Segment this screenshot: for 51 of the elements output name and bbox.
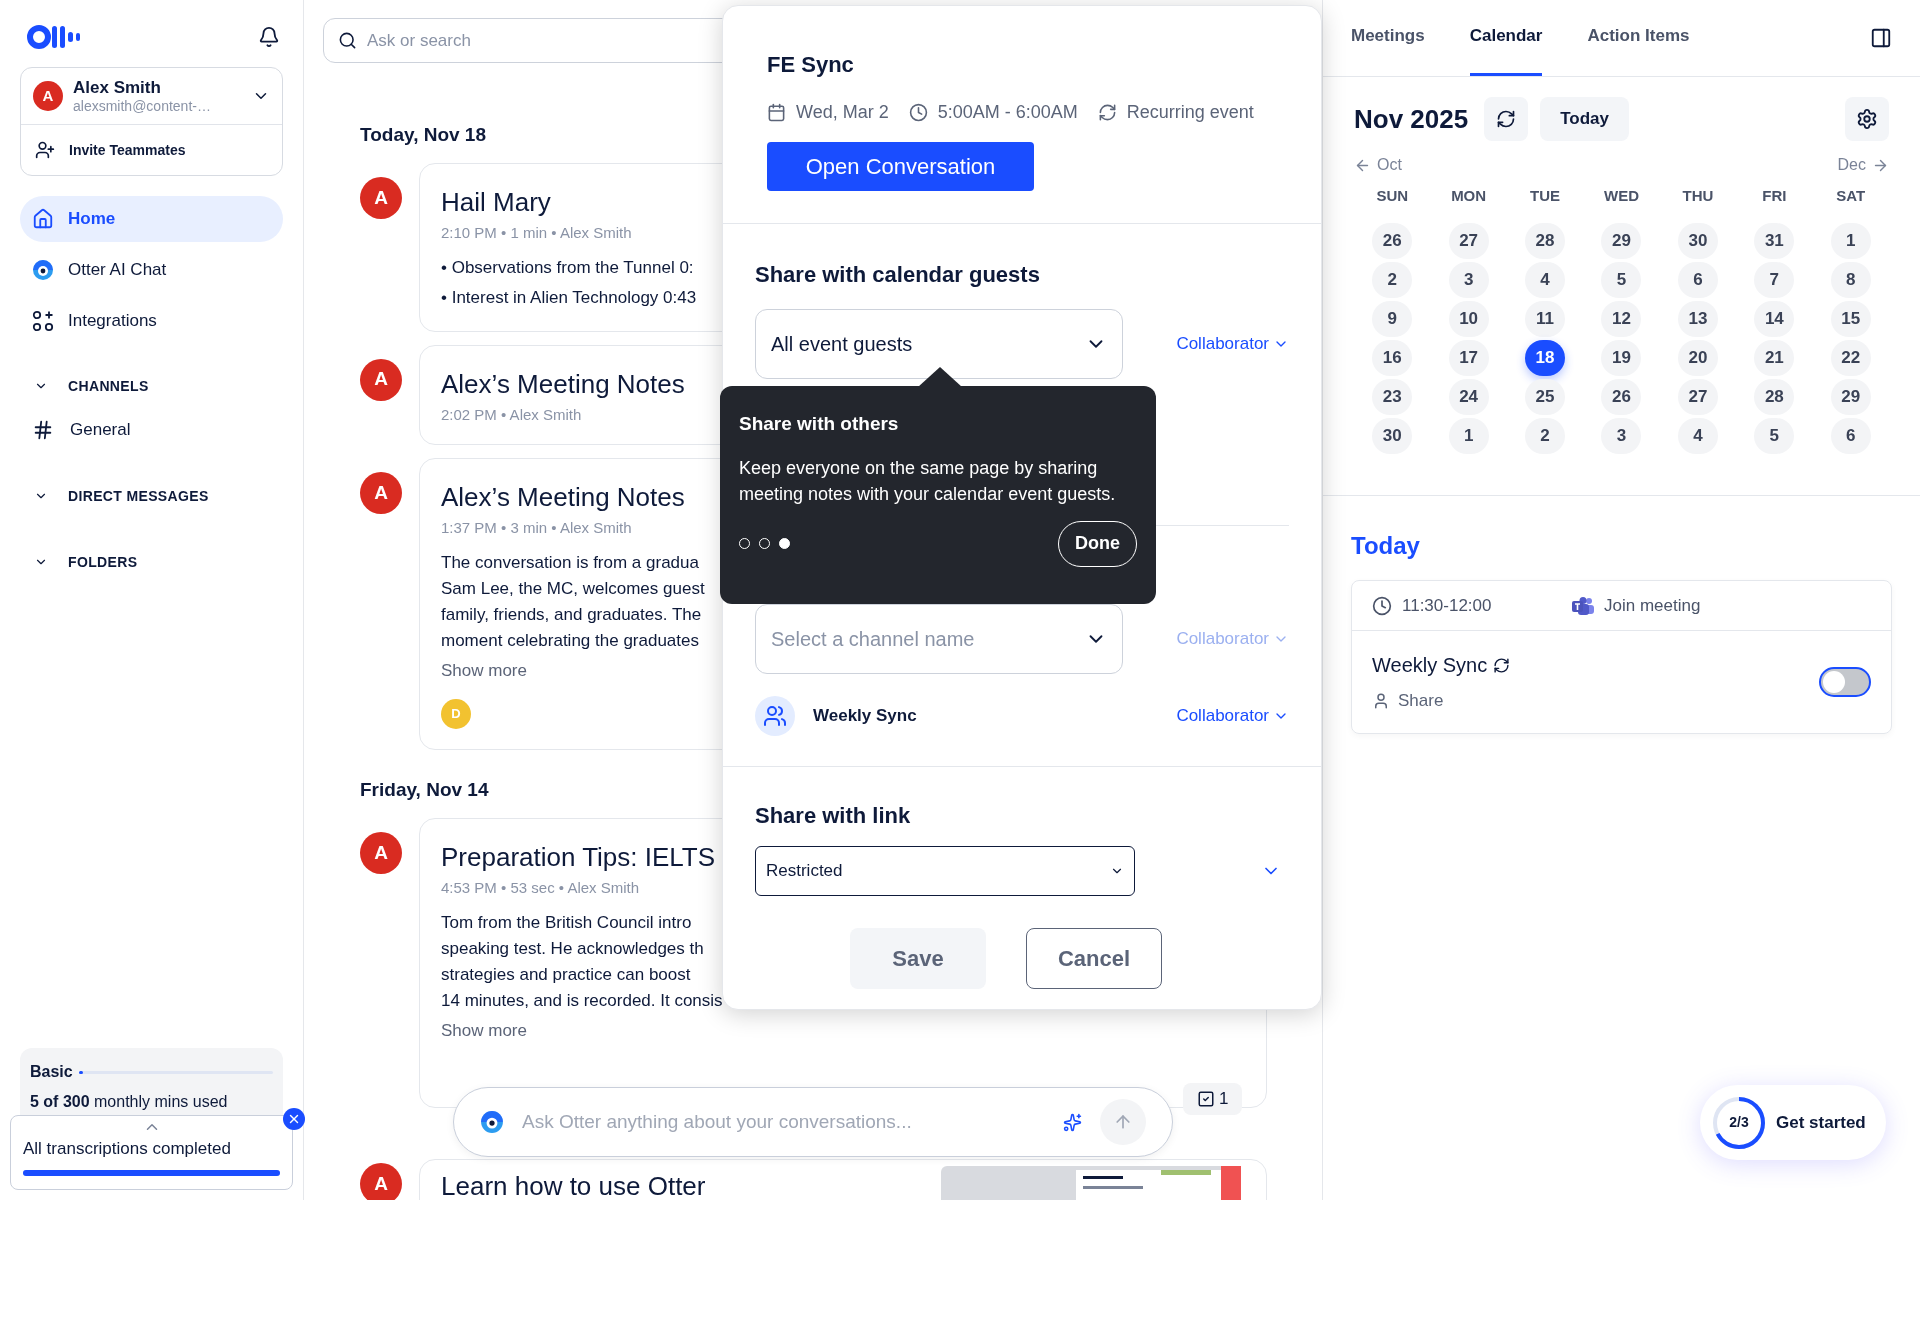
user-name: Alex Smith	[73, 76, 162, 98]
toast-text: All transcriptions completed	[23, 1138, 232, 1160]
section-heading: Share with calendar guests	[755, 261, 1041, 289]
author-avatar: A	[360, 177, 402, 219]
channel-name: Weekly Sync	[813, 705, 917, 728]
weekday-label: FRI	[1761, 186, 1788, 206]
conversation-meta: 2:10 PM • 1 min • Alex Smith	[441, 223, 632, 243]
author-avatar: A	[360, 832, 402, 874]
usage-text: 5 of 300 monthly mins used	[30, 1092, 229, 1112]
section-heading: Share with link	[755, 802, 912, 830]
weekday-label: MON	[1450, 186, 1488, 206]
tooltip-text: Keep everyone on the same page by sharing meeting notes with your calendar event guests.	[739, 456, 1117, 506]
date-heading: Today, Nov 18	[360, 122, 486, 147]
event-name: Weekly Sync	[1372, 653, 1488, 679]
conversation-meta: 1:37 PM • 3 min • Alex Smith	[441, 518, 632, 538]
event-time: 11:30-12:00	[1402, 594, 1492, 617]
author-avatar: A	[360, 358, 402, 401]
conversation-title: Hail Mary	[441, 186, 551, 218]
summary-line: speaking test. He acknowledges th	[441, 937, 704, 960]
user-avatar: A	[33, 81, 63, 111]
conversation-title: Alex’s Meeting Notes	[441, 367, 685, 400]
conversation-title: Alex’s Meeting Notes	[441, 481, 685, 513]
event-title: FE Sync	[767, 51, 855, 79]
conversation-meta: 4:53 PM • 53 sec • Alex Smith	[441, 878, 640, 898]
summary-line: The conversation is from a gradua	[441, 551, 699, 574]
tooltip-title: Share with others	[739, 412, 900, 436]
summary-line: moment celebrating the graduates	[441, 629, 699, 652]
event-recurrence: Recurring event	[1126, 101, 1254, 124]
conversation-meta: 2:02 PM • Alex Smith	[441, 404, 582, 425]
plan-name: Basic	[30, 1062, 73, 1082]
month-title: Nov 2025	[1354, 102, 1469, 136]
author-avatar: A	[360, 472, 402, 514]
author-avatar: A	[360, 1163, 402, 1200]
conversation-title: Learn how to use Otter	[441, 1170, 706, 1200]
weekday-label: WED	[1603, 186, 1640, 206]
weekday-label: THU	[1681, 186, 1715, 206]
summary-line: Tom from the British Council intro	[441, 911, 692, 934]
user-email: alexsmith@content-…	[73, 97, 212, 116]
today-heading: Today	[1351, 531, 1421, 561]
event-time: 5:00AM - 6:00AM	[937, 101, 1078, 124]
summary-line: family, friends, and graduates. The	[441, 603, 702, 626]
event-date: Wed, Mar 2	[796, 101, 889, 124]
date-heading: Friday, Nov 14	[360, 777, 489, 802]
weekday-label: TUE	[1529, 186, 1562, 206]
conversation-title: Preparation Tips: IELTS	[441, 841, 716, 873]
weekday-label: SAT	[1835, 186, 1867, 206]
summary-line: 14 minutes, and is recorded. It consis	[441, 989, 723, 1012]
summary-line: strategies and practice can boost	[441, 963, 691, 986]
summary-line: Sam Lee, the MC, welcomes guest	[441, 577, 705, 600]
participant-avatar: D	[441, 699, 471, 729]
weekday-label: SUN	[1375, 186, 1410, 206]
